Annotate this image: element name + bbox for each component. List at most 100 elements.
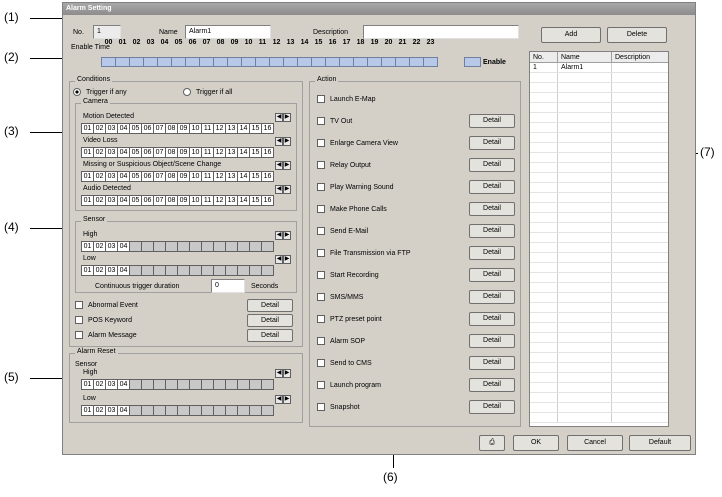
alarm-message-checkbox[interactable]: Alarm Message: [75, 331, 137, 339]
hour-cell[interactable]: [255, 57, 270, 67]
arrow-right-icon[interactable]: ▶: [283, 185, 291, 194]
sensor-low-grid[interactable]: 01 02 03 04: [81, 265, 274, 276]
reset-high-grid[interactable]: 01 02 03 04: [81, 379, 274, 390]
reset-low-grid[interactable]: 01 02 03 04: [81, 405, 274, 416]
reset-low-arrows[interactable]: ◀ ▶: [275, 395, 291, 404]
arrow-left-icon[interactable]: ◀: [275, 369, 283, 378]
pos-keyword-detail-button[interactable]: Detail: [247, 314, 293, 327]
make-phone-calls-detail-button[interactable]: Detail: [469, 202, 515, 216]
name-field[interactable]: Alarm1: [185, 25, 271, 39]
hour-cell[interactable]: [353, 57, 368, 67]
arrow-left-icon[interactable]: ◀: [275, 185, 283, 194]
channel-cell[interactable]: [261, 379, 274, 390]
channel-cell[interactable]: 16: [261, 123, 274, 134]
play-warning-sound-detail-button[interactable]: Detail: [469, 180, 515, 194]
channel-cell[interactable]: 16: [261, 147, 274, 158]
play-warning-sound-checkbox[interactable]: Play Warning Sound: [317, 183, 394, 191]
snapshot-checkbox[interactable]: Snapshot: [317, 403, 360, 411]
hour-cell[interactable]: [213, 57, 228, 67]
no-field[interactable]: 1: [93, 25, 121, 39]
duration-field[interactable]: 0: [211, 279, 245, 293]
sensor-high-arrows[interactable]: ◀ ▶: [275, 231, 291, 240]
send-to-cms-detail-button[interactable]: Detail: [469, 356, 515, 370]
channel-cell[interactable]: [261, 405, 274, 416]
hour-cell[interactable]: [423, 57, 438, 67]
ptz-preset-point-detail-button[interactable]: Detail: [469, 312, 515, 326]
arrow-right-icon[interactable]: ▶: [283, 369, 291, 378]
arrow-right-icon[interactable]: ▶: [283, 395, 291, 404]
hour-cell[interactable]: [115, 57, 130, 67]
launch-program-detail-button[interactable]: Detail: [469, 378, 515, 392]
alarm-sop-detail-button[interactable]: Detail: [469, 334, 515, 348]
trigger-any-radio[interactable]: Trigger if any: [73, 88, 127, 96]
channel-cell[interactable]: 16: [261, 171, 274, 182]
pos-keyword-checkbox[interactable]: POS Keyword: [75, 316, 132, 324]
hour-cell[interactable]: [297, 57, 312, 67]
motion-detected-arrows[interactable]: ◀ ▶: [275, 113, 291, 122]
start-recording-detail-button[interactable]: Detail: [469, 268, 515, 282]
list-row[interactable]: 1 Alarm1: [530, 63, 668, 73]
arrow-left-icon[interactable]: ◀: [275, 113, 283, 122]
delete-button[interactable]: Delete: [607, 27, 667, 43]
hour-cell[interactable]: [185, 57, 200, 67]
video-loss-grid[interactable]: 01 02 03 04 05 06 07 08 09 10 11 12 13 14 15 16: [81, 147, 274, 158]
default-button[interactable]: Default: [629, 435, 691, 451]
motion-detected-grid[interactable]: 01 02 03 04 05 06 07 08 09 10 11 12 13 14 15 16: [81, 123, 274, 134]
print-button[interactable]: ⎙: [479, 435, 505, 451]
hour-cell[interactable]: [129, 57, 144, 67]
sensor-high-grid[interactable]: 01 02 03 04: [81, 241, 274, 252]
tv-out-detail-button[interactable]: Detail: [469, 114, 515, 128]
hour-cell[interactable]: [199, 57, 214, 67]
trigger-all-radio[interactable]: Trigger if all: [183, 88, 232, 96]
file-transmission-via-ftp-detail-button[interactable]: Detail: [469, 246, 515, 260]
launch-program-checkbox[interactable]: Launch program: [317, 381, 381, 389]
hour-cell[interactable]: [381, 57, 396, 67]
hour-cell[interactable]: [367, 57, 382, 67]
cancel-button[interactable]: Cancel: [567, 435, 623, 451]
hour-cell[interactable]: [101, 57, 116, 67]
hour-cell[interactable]: [227, 57, 242, 67]
sms-mms-detail-button[interactable]: Detail: [469, 290, 515, 304]
tv-out-checkbox[interactable]: TV Out: [317, 117, 352, 125]
ok-button[interactable]: OK: [513, 435, 559, 451]
channel-cell[interactable]: [261, 241, 274, 252]
alarm-sop-checkbox[interactable]: Alarm SOP: [317, 337, 365, 345]
arrow-left-icon[interactable]: ◀: [275, 231, 283, 240]
send-e-mail-detail-button[interactable]: Detail: [469, 224, 515, 238]
arrow-left-icon[interactable]: ◀: [275, 161, 283, 170]
missing-object-grid[interactable]: 01 02 03 04 05 06 07 08 09 10 11 12 13 14 15 16: [81, 171, 274, 182]
arrow-right-icon[interactable]: ▶: [283, 113, 291, 122]
hour-cell[interactable]: [269, 57, 284, 67]
arrow-left-icon[interactable]: ◀: [275, 255, 283, 264]
channel-cell[interactable]: 16: [261, 195, 274, 206]
relay-output-checkbox[interactable]: Relay Output: [317, 161, 371, 169]
audio-detected-grid[interactable]: 01 02 03 04 05 06 07 08 09 10 11 12 13 14 15 16: [81, 195, 274, 206]
alarm-list[interactable]: No. Name Description 1 Alarm1: [529, 51, 669, 427]
make-phone-calls-checkbox[interactable]: Make Phone Calls: [317, 205, 387, 213]
arrow-right-icon[interactable]: ▶: [283, 161, 291, 170]
arrow-left-icon[interactable]: ◀: [275, 395, 283, 404]
abnormal-event-checkbox[interactable]: Abnormal Event: [75, 301, 138, 309]
reset-high-arrows[interactable]: ◀ ▶: [275, 369, 291, 378]
channel-cell[interactable]: [261, 265, 274, 276]
hour-cell[interactable]: [143, 57, 158, 67]
hour-cell[interactable]: [311, 57, 326, 67]
sensor-low-arrows[interactable]: ◀ ▶: [275, 255, 291, 264]
enlarge-camera-view-detail-button[interactable]: Detail: [469, 136, 515, 150]
snapshot-detail-button[interactable]: Detail: [469, 400, 515, 414]
start-recording-checkbox[interactable]: Start Recording: [317, 271, 379, 279]
add-button[interactable]: Add: [541, 27, 601, 43]
send-to-cms-checkbox[interactable]: Send to CMS: [317, 359, 372, 367]
audio-detected-arrows[interactable]: ◀ ▶: [275, 185, 291, 194]
abnormal-event-detail-button[interactable]: Detail: [247, 299, 293, 312]
hour-cell[interactable]: [157, 57, 172, 67]
hour-cell[interactable]: [241, 57, 256, 67]
hour-cell[interactable]: [339, 57, 354, 67]
arrow-left-icon[interactable]: ◀: [275, 137, 283, 146]
file-transmission-via-ftp-checkbox[interactable]: File Transmission via FTP: [317, 249, 411, 257]
relay-output-detail-button[interactable]: Detail: [469, 158, 515, 172]
arrow-right-icon[interactable]: ▶: [283, 255, 291, 264]
hour-cell[interactable]: [409, 57, 424, 67]
missing-object-arrows[interactable]: ◀ ▶: [275, 161, 291, 170]
sms-mms-checkbox[interactable]: SMS/MMS: [317, 293, 363, 301]
